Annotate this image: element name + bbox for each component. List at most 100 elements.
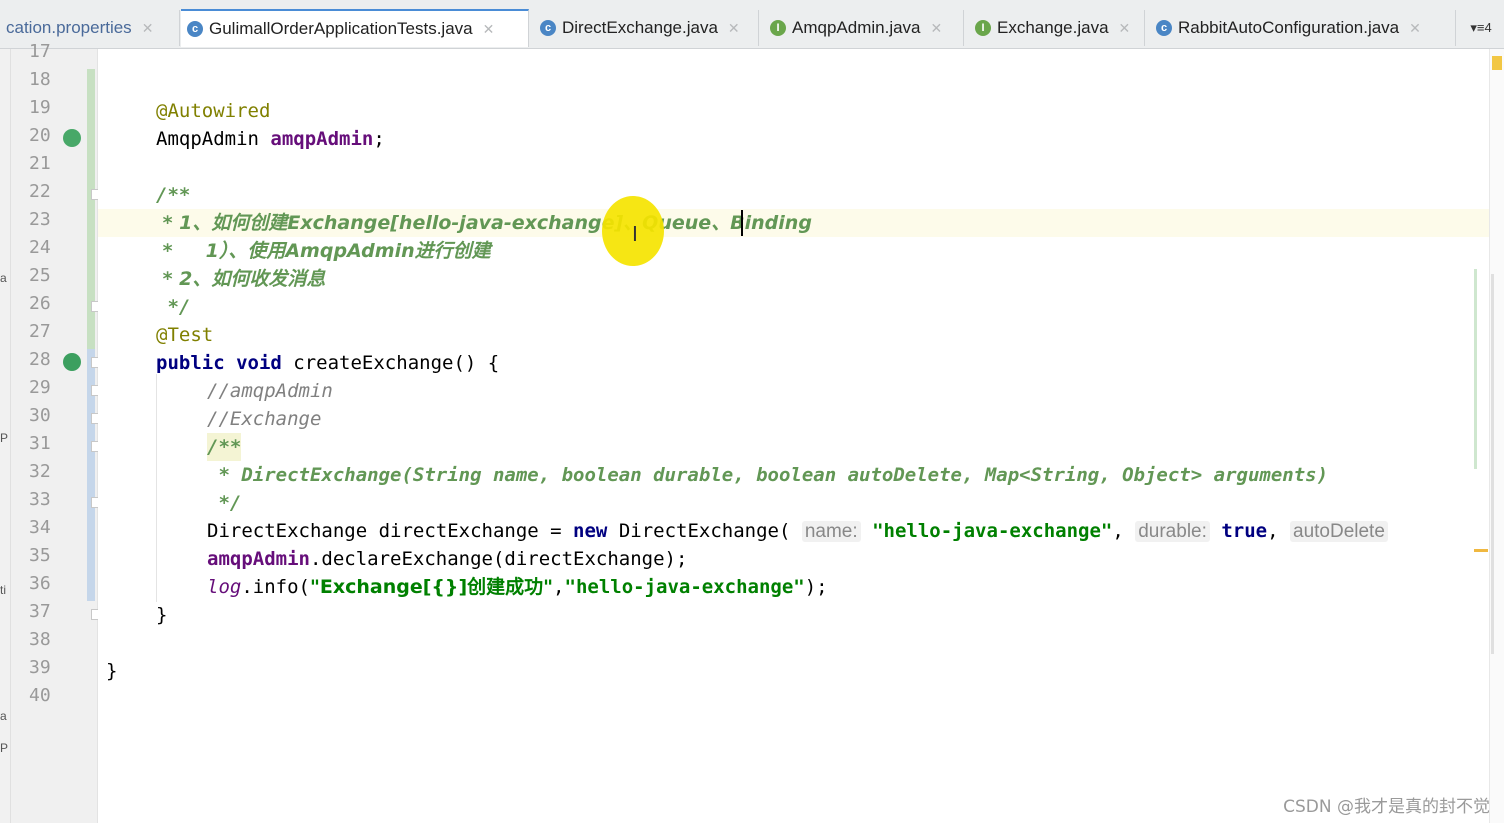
text-caret <box>741 210 743 236</box>
line-number: 19 <box>29 97 51 118</box>
keyword: new <box>573 520 608 542</box>
keyword: public <box>156 352 225 374</box>
line-number: 29 <box>29 377 51 398</box>
string-literal: "hello-java-exchange" <box>872 520 1113 542</box>
line-number: 24 <box>29 237 51 258</box>
tab-amqp-admin[interactable]: I AmqpAdmin.java ✕ <box>764 10 964 46</box>
close-icon[interactable]: ✕ <box>1409 20 1421 37</box>
vertical-scrollbar[interactable] <box>1474 49 1504 823</box>
spring-bean-icon[interactable] <box>63 129 81 147</box>
method-call: .declareExchange(directExchange); <box>309 548 688 570</box>
keyword: true <box>1221 520 1268 542</box>
close-icon[interactable]: ✕ <box>931 20 943 37</box>
code-line-23: * 1、如何创建Exchange[hello-java-exchange]、Qu… <box>156 212 812 234</box>
run-test-icon[interactable] <box>63 353 81 371</box>
line-number: 26 <box>29 293 51 314</box>
line-number: 36 <box>29 573 51 594</box>
close-icon[interactable]: ✕ <box>142 20 154 37</box>
field-name: amqpAdmin <box>270 128 374 150</box>
tab-label: AmqpAdmin.java <box>792 18 921 37</box>
line-number: 32 <box>29 461 51 482</box>
tab-exchange[interactable]: I Exchange.java ✕ <box>969 10 1145 46</box>
editor-tab-bar: cation.properties ✕ c GulimallOrderAppli… <box>0 0 1504 49</box>
warning-marker[interactable] <box>1492 56 1502 70</box>
change-marker <box>1474 269 1477 469</box>
code-line-27: @Test <box>156 324 214 346</box>
class-icon: c <box>187 21 203 37</box>
close-icon[interactable]: ✕ <box>728 20 740 37</box>
code-line-20: AmqpAdmin amqpAdmin; <box>156 125 385 153</box>
class-icon: c <box>540 20 556 36</box>
parameter-hint: autoDelete <box>1290 521 1388 542</box>
keyword: void <box>236 352 282 374</box>
method-call: .info( <box>241 576 310 598</box>
parameter-hint: name: <box>801 521 861 542</box>
tab-label: Exchange.java <box>997 18 1109 37</box>
punctuation: , <box>1267 520 1290 542</box>
class-icon: c <box>1156 20 1172 36</box>
line-number: 39 <box>29 657 51 678</box>
tab-overflow-menu[interactable]: ▾≡4 <box>1458 10 1504 46</box>
code-line-25: * 2、如何收发消息 <box>156 268 326 290</box>
type-name: AmqpAdmin <box>156 128 271 150</box>
indent-guide <box>156 374 157 602</box>
strip-letter[interactable]: ti <box>0 583 6 597</box>
strip-letter[interactable]: a <box>0 271 7 285</box>
line-number: 22 <box>29 181 51 202</box>
tab-rabbit-auto-configuration[interactable]: c RabbitAutoConfiguration.java ✕ <box>1150 10 1456 46</box>
code-line-30: //Exchange <box>207 408 322 430</box>
punctuation: , <box>1112 520 1136 542</box>
line-number-gutter: 17 18 19 20 21 22 23 24 25 26 27 28 29 3… <box>11 41 102 823</box>
tab-gulimall-order-application-tests[interactable]: c GulimallOrderApplicationTests.java ✕ <box>181 9 529 47</box>
line-number: 30 <box>29 405 51 426</box>
line-number: 17 <box>29 41 51 62</box>
code-line-37: } <box>156 604 168 626</box>
tab-label: cation.properties <box>6 18 132 37</box>
scroll-thumb[interactable] <box>1491 274 1494 654</box>
tab-application-properties[interactable]: cation.properties ✕ <box>0 10 180 46</box>
tab-label: DirectExchange.java <box>562 18 718 37</box>
field-name: amqpAdmin <box>207 548 310 570</box>
line-number: 31 <box>29 433 51 454</box>
code-line-29: //amqpAdmin <box>207 380 333 402</box>
code-editor[interactable]: @Autowired AmqpAdmin amqpAdmin; /** * 1、… <box>98 49 1504 823</box>
constructor-call: DirectExchange( <box>607 520 802 542</box>
line-number: 21 <box>29 153 51 174</box>
strip-letter[interactable]: P <box>0 431 8 445</box>
code-line-34: DirectExchange directExchange = new Dire… <box>207 517 1388 545</box>
code-line-19: @Autowired <box>156 97 270 125</box>
warning-stripe <box>1474 549 1488 552</box>
strip-letter[interactable]: a <box>0 709 7 723</box>
line-number: 27 <box>29 321 51 342</box>
interface-icon: I <box>975 20 991 36</box>
string-literal: "Exchange[{}]创建成功" <box>309 576 554 598</box>
parameter-hint: durable: <box>1135 521 1210 542</box>
line-number: 28 <box>29 349 51 370</box>
code-line-24: * 1）、使用AmqpAdmin进行创建 <box>156 240 491 262</box>
line-number: 20 <box>29 125 51 146</box>
line-number: 23 <box>29 209 51 230</box>
line-number: 40 <box>29 685 51 706</box>
code-line-22: /** <box>156 184 191 206</box>
tab-direct-exchange[interactable]: c DirectExchange.java ✕ <box>534 10 759 46</box>
code-line-31: /** <box>207 433 242 461</box>
close-icon[interactable]: ✕ <box>1119 20 1131 37</box>
line-number: 34 <box>29 517 51 538</box>
strip-letter[interactable]: P <box>0 741 8 755</box>
code-line-32: * DirectExchange(String name, boolean du… <box>207 464 1329 486</box>
code-line-28: public void createExchange() { <box>156 349 499 377</box>
punctuation: , <box>553 576 565 598</box>
logger-field: log <box>207 576 242 598</box>
code-line-33: */ <box>207 492 242 514</box>
text-cursor-icon: I <box>632 222 638 246</box>
line-number: 18 <box>29 69 51 90</box>
code-line-26: */ <box>156 296 191 318</box>
tab-label: GulimallOrderApplicationTests.java <box>209 19 473 38</box>
annotation: @Autowired <box>156 100 271 122</box>
watermark: CSDN @我才是真的封不觉 <box>1283 797 1490 817</box>
close-icon[interactable]: ✕ <box>483 21 495 38</box>
line-number: 38 <box>29 629 51 650</box>
tab-label: RabbitAutoConfiguration.java <box>1178 18 1400 37</box>
semicolon: ; <box>373 128 385 150</box>
code-line-39: } <box>106 660 118 682</box>
